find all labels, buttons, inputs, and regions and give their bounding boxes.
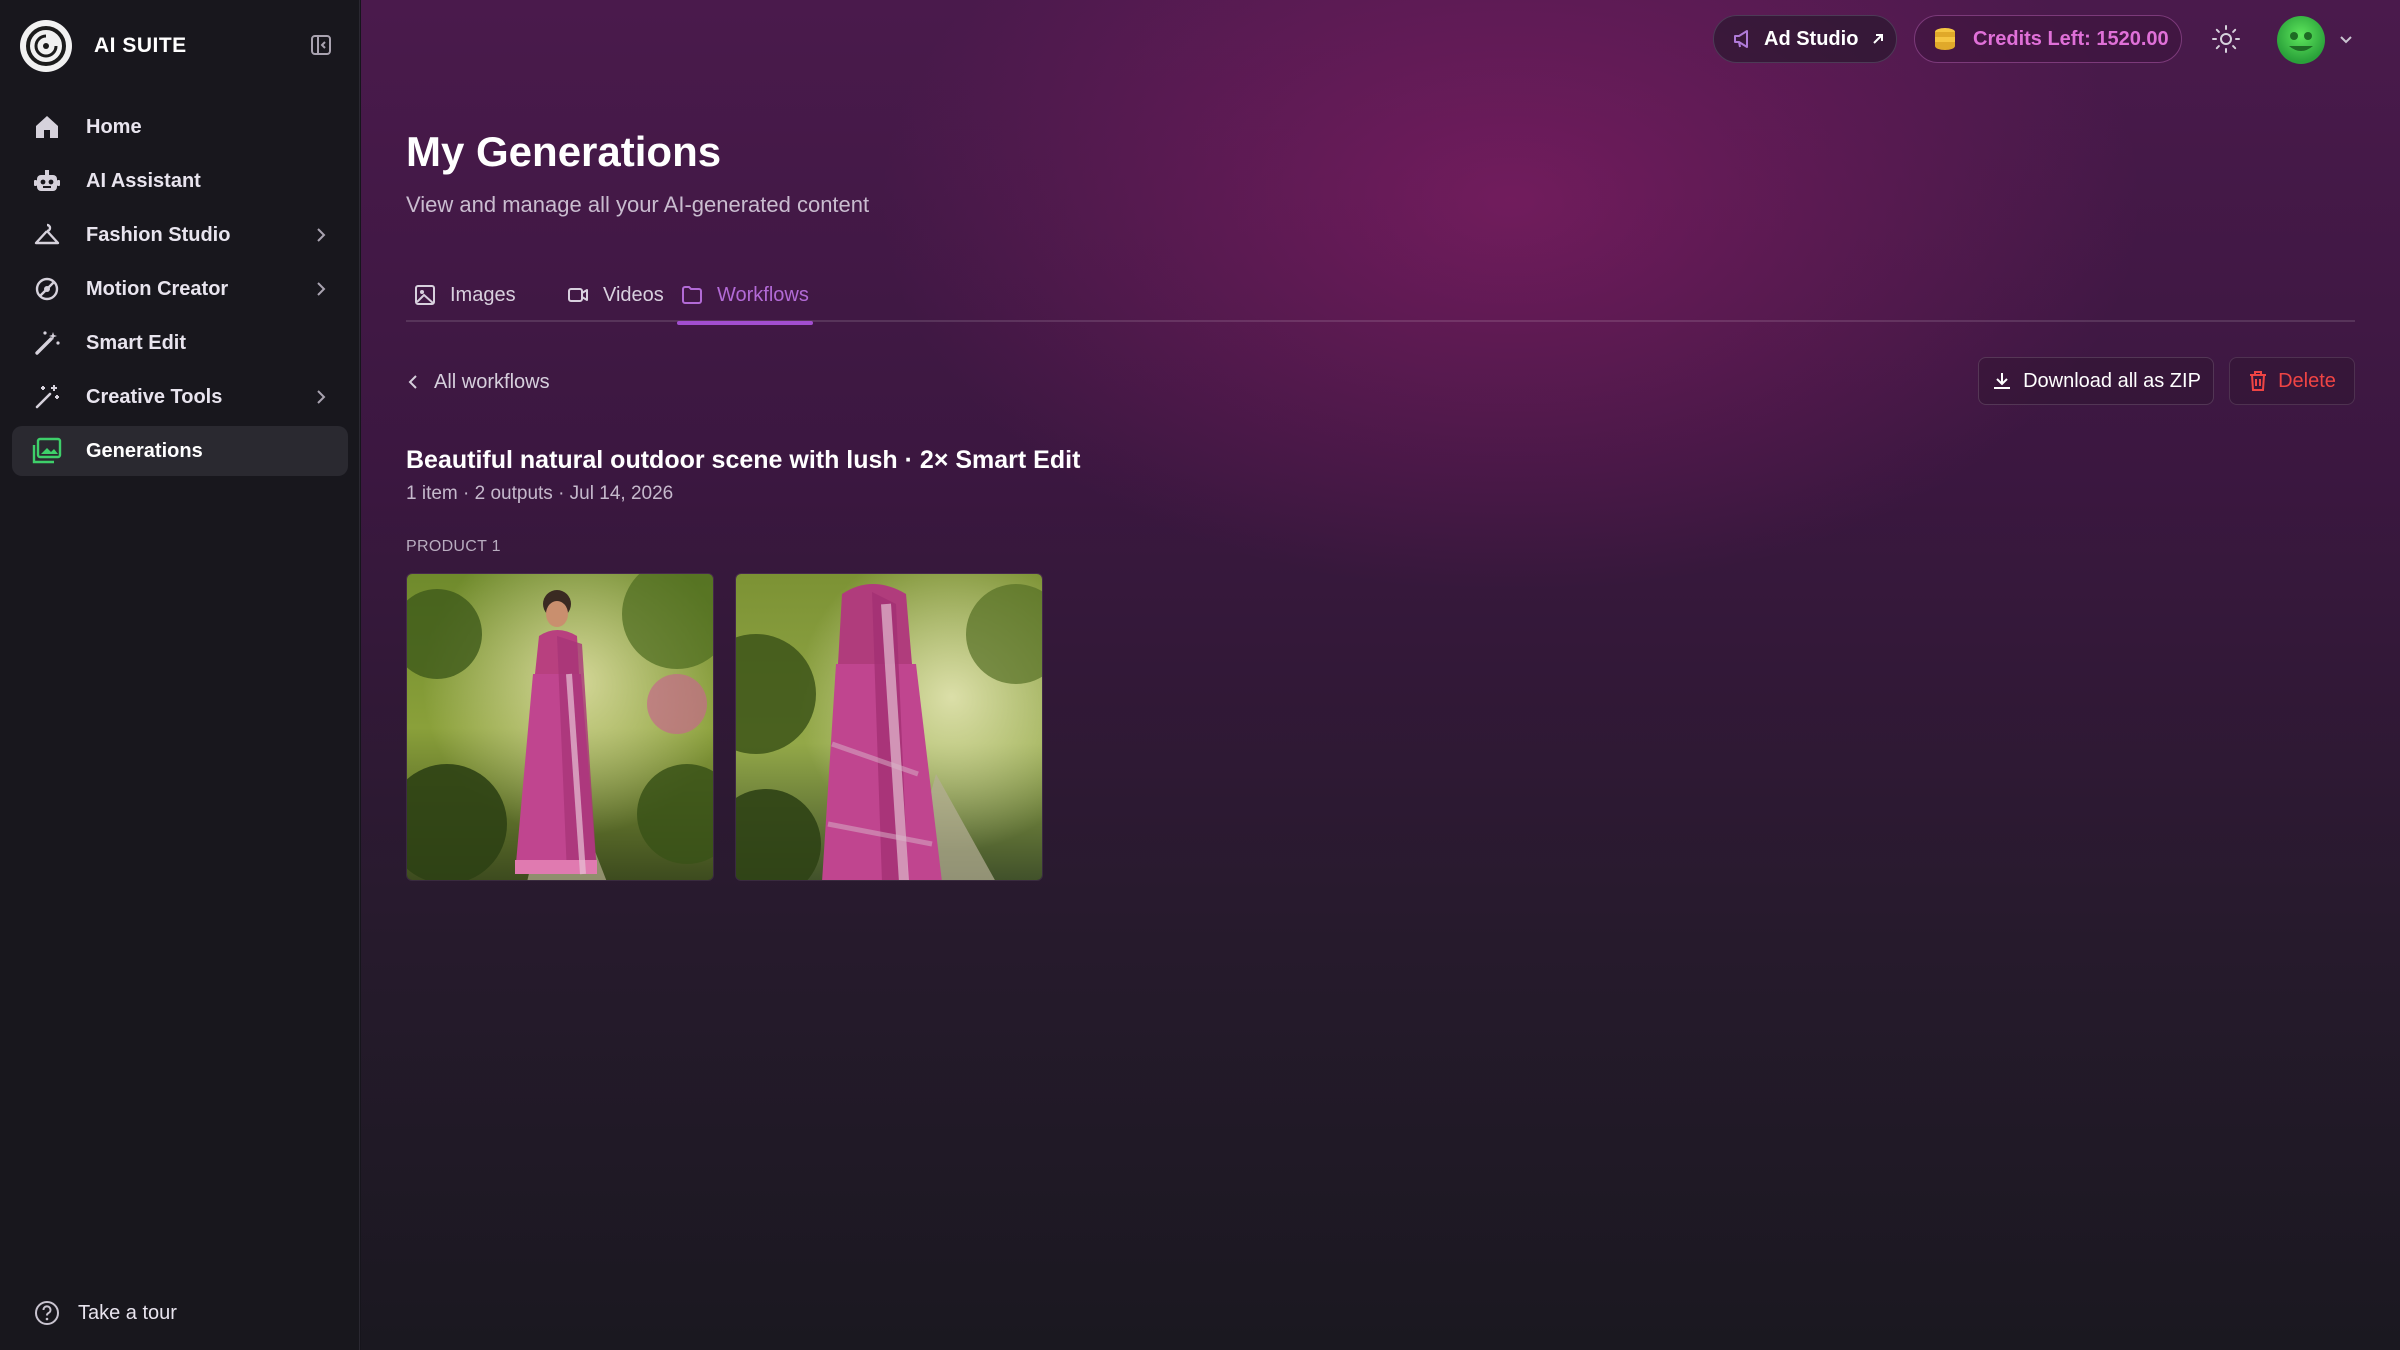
product-label: PRODUCT 1 bbox=[406, 538, 501, 555]
avatar-face-icon bbox=[2289, 32, 2313, 51]
sidebar-item-label: Motion Creator bbox=[86, 277, 229, 300]
download-all-label: Download all as ZIP bbox=[2023, 369, 2201, 392]
take-a-tour-link[interactable]: Take a tour bbox=[32, 1298, 177, 1328]
sidebar-item-label: Generations bbox=[86, 439, 203, 462]
help-circle-icon bbox=[32, 1298, 62, 1328]
sidebar-item-label: Smart Edit bbox=[86, 331, 187, 354]
collapse-sidebar-button[interactable] bbox=[308, 32, 334, 58]
logo-icon bbox=[20, 20, 72, 72]
ad-studio-button[interactable]: Ad Studio bbox=[1713, 15, 1897, 63]
chevron-right-icon bbox=[317, 282, 326, 296]
sparkle-wand-icon bbox=[32, 382, 62, 412]
sidebar-item-home[interactable]: Home bbox=[12, 102, 348, 152]
sidebar-item-motion-creator[interactable]: Motion Creator bbox=[12, 264, 348, 314]
video-camera-icon bbox=[568, 288, 588, 302]
folder-icon bbox=[682, 286, 702, 304]
tab-bar: Images Videos Workflows bbox=[406, 278, 2355, 325]
delete-label: Delete bbox=[2278, 369, 2336, 392]
credits-label: Credits Left: 1520.00 bbox=[1973, 27, 2169, 50]
tab-workflows-label: Workflows bbox=[717, 284, 809, 306]
workflow-meta: 1 item · 2 outputs · Jul 14, 2026 bbox=[406, 483, 674, 504]
tab-videos-label: Videos bbox=[603, 284, 664, 306]
page-subtitle: View and manage all your AI-generated co… bbox=[406, 192, 870, 217]
tab-images[interactable]: Images bbox=[414, 278, 516, 322]
chevron-right-icon bbox=[317, 228, 326, 242]
tab-workflows[interactable]: Workflows bbox=[677, 278, 813, 325]
all-workflows-label: All workflows bbox=[434, 370, 550, 393]
robot-icon bbox=[32, 166, 62, 196]
sidebar-item-label: AI Assistant bbox=[86, 169, 201, 192]
download-all-zip-button[interactable]: Download all as ZIP bbox=[1978, 357, 2214, 405]
brand[interactable]: AI SUITE bbox=[20, 20, 187, 72]
ad-studio-label: Ad Studio bbox=[1764, 27, 1859, 50]
sidebar-item-smart-edit[interactable]: Smart Edit bbox=[12, 318, 348, 368]
megaphone-icon bbox=[1734, 30, 1748, 48]
saree-photo-image bbox=[407, 574, 713, 880]
all-workflows-back-link[interactable]: All workflows bbox=[406, 368, 550, 396]
chevron-right-icon bbox=[317, 390, 326, 404]
user-avatar[interactable] bbox=[2277, 16, 2325, 64]
brand-name: AI SUITE bbox=[94, 34, 187, 57]
sidebar-item-label: Creative Tools bbox=[86, 385, 223, 408]
external-link-icon bbox=[1873, 34, 1884, 44]
tab-images-label: Images bbox=[450, 284, 516, 306]
saree-photo-image bbox=[736, 574, 1042, 880]
sun-icon bbox=[2212, 25, 2240, 53]
tab-videos[interactable]: Videos bbox=[567, 278, 664, 322]
sidebar-item-creative-tools[interactable]: Creative Tools bbox=[12, 372, 348, 422]
sidebar-nav: Home AI Assistant Fashion Studio Motion … bbox=[12, 102, 348, 480]
chevron-left-icon bbox=[408, 375, 417, 389]
sidebar-item-label: Home bbox=[86, 115, 142, 138]
image-icon bbox=[415, 285, 435, 305]
sidebar-toggle-icon bbox=[311, 35, 331, 55]
coins-icon bbox=[1935, 28, 1955, 50]
output-thumbnail[interactable] bbox=[735, 573, 1043, 881]
home-icon bbox=[32, 112, 62, 142]
delete-button[interactable]: Delete bbox=[2229, 357, 2355, 405]
magic-wand-icon bbox=[32, 328, 62, 358]
download-icon bbox=[1994, 373, 2011, 389]
film-reel-icon bbox=[32, 274, 62, 304]
theme-toggle-button[interactable] bbox=[2211, 24, 2241, 54]
take-a-tour-label: Take a tour bbox=[78, 1301, 177, 1324]
trash-icon bbox=[2250, 371, 2267, 391]
sidebar: AI SUITE Home AI Assistant Fashion Studi… bbox=[0, 0, 360, 1350]
chevron-down-icon[interactable] bbox=[2337, 30, 2355, 48]
output-thumbnail[interactable] bbox=[406, 573, 714, 881]
workflow-title: Beautiful natural outdoor scene with lus… bbox=[406, 446, 1081, 474]
sidebar-item-ai-assistant[interactable]: AI Assistant bbox=[12, 156, 348, 206]
gallery-icon bbox=[32, 436, 62, 466]
main-content: Ad Studio Credits Left: 1520.00 My Gener… bbox=[361, 0, 2400, 1350]
sidebar-item-label: Fashion Studio bbox=[86, 223, 231, 246]
sidebar-item-generations[interactable]: Generations bbox=[12, 426, 348, 476]
hanger-icon bbox=[32, 220, 62, 250]
sidebar-item-fashion-studio[interactable]: Fashion Studio bbox=[12, 210, 348, 260]
page-title: My Generations bbox=[406, 128, 722, 175]
credits-badge[interactable]: Credits Left: 1520.00 bbox=[1914, 15, 2182, 63]
